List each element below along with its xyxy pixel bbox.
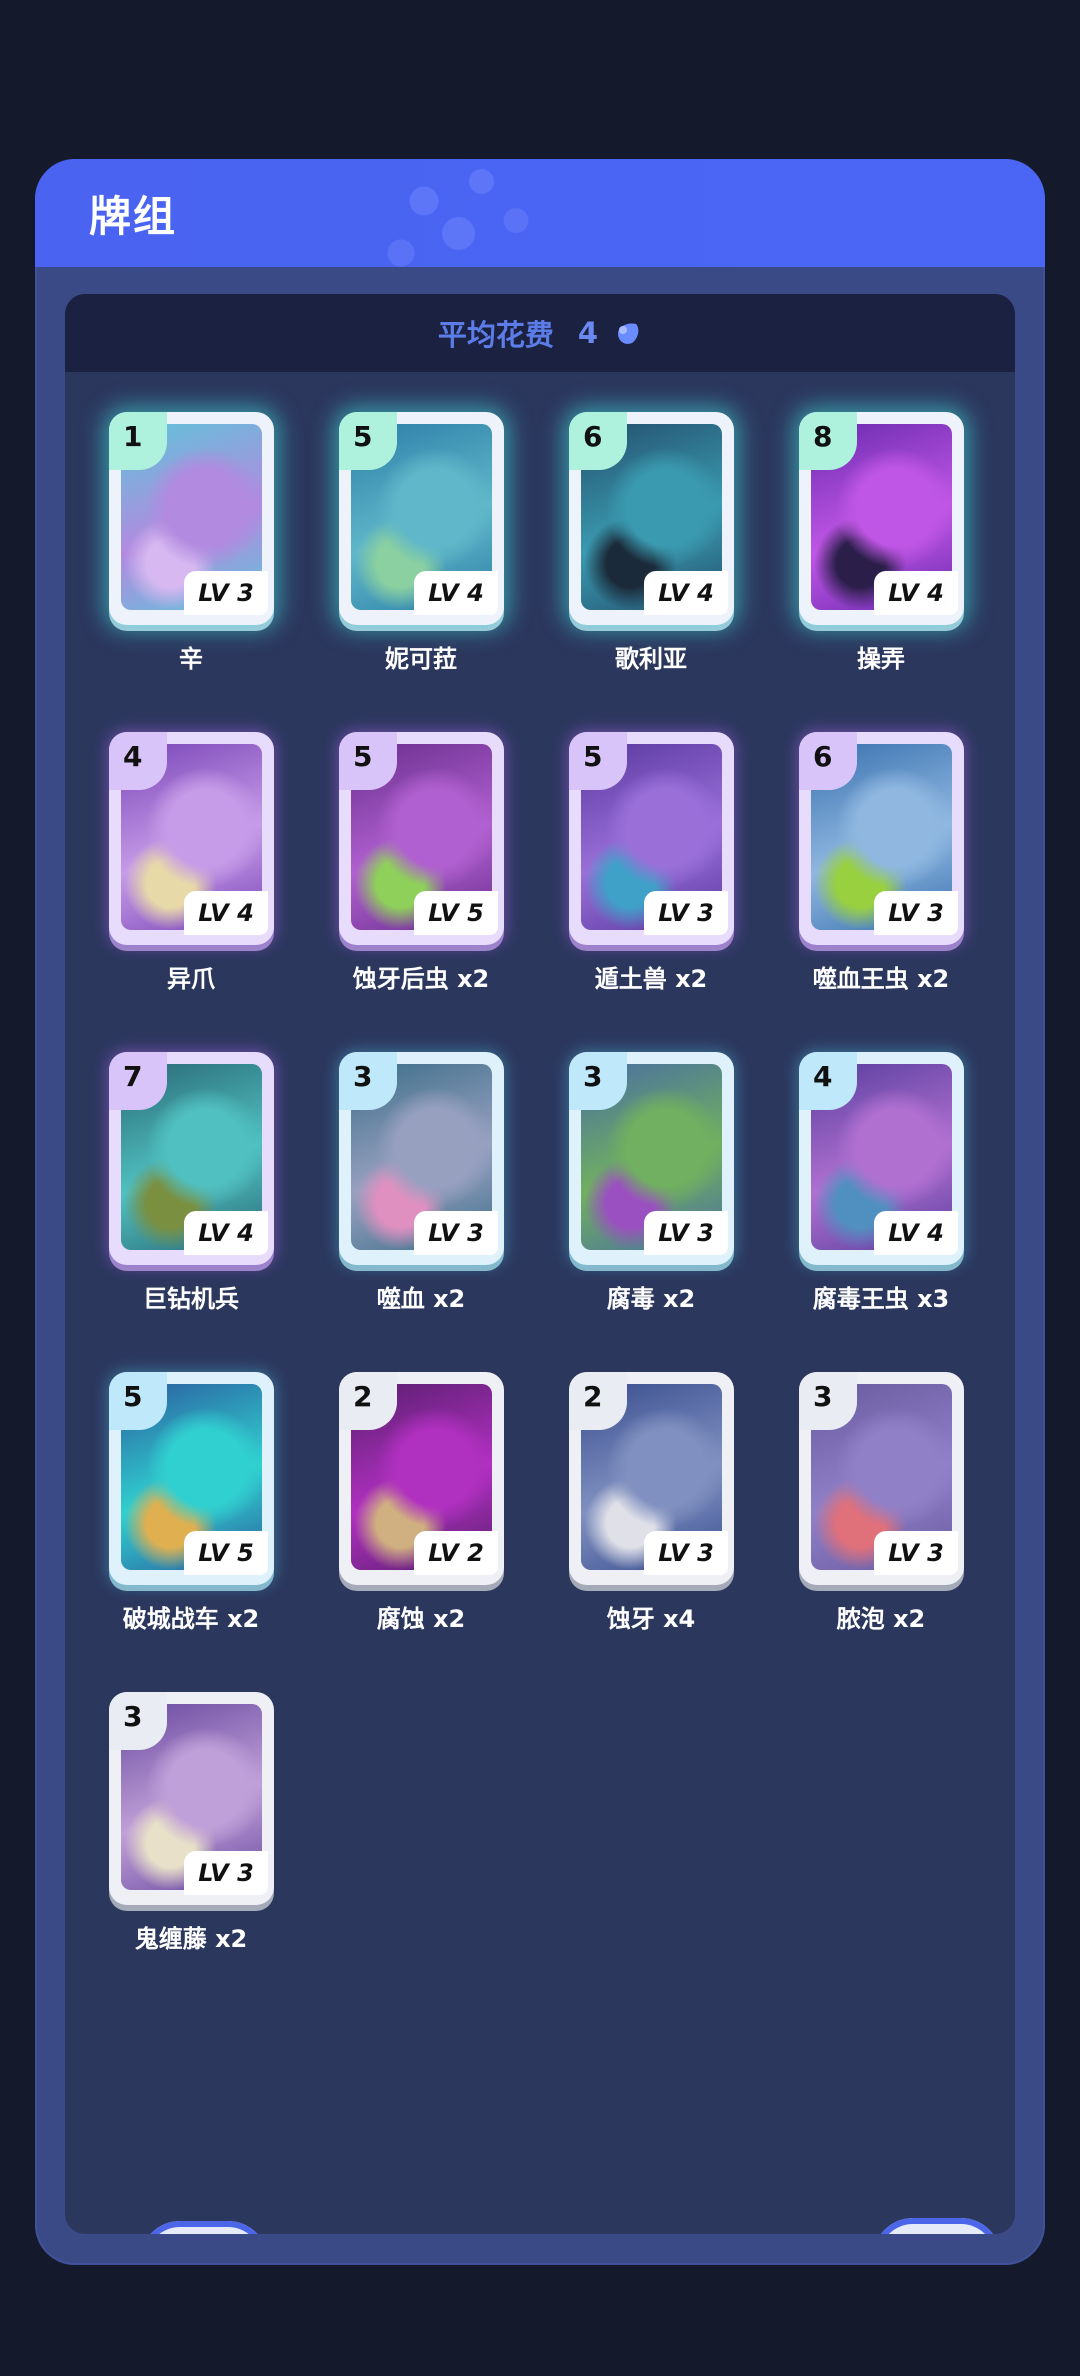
card-cost: 5 xyxy=(583,740,603,773)
deck-card[interactable]: 2 LV 2 腐蚀 x2 xyxy=(295,1332,515,1633)
card-frame: 7 LV 4 xyxy=(109,1052,274,1265)
copy-deck-button[interactable]: 复制 xyxy=(873,2218,1001,2234)
deck-card[interactable]: 7 LV 4 巨钻机兵 xyxy=(65,1012,285,1313)
card-cost: 4 xyxy=(813,1060,833,1093)
card-frame: 1 LV 3 xyxy=(109,412,274,625)
deck-card[interactable]: 3 LV 3 噬血 x2 xyxy=(295,1012,515,1313)
deck-card[interactable]: 6 LV 4 歌利亚 xyxy=(525,372,745,673)
panel-title: 牌组 xyxy=(89,192,178,241)
card-level-badge: LV 2 xyxy=(414,1531,498,1575)
deck-card[interactable]: 3 LV 3 脓泡 x2 xyxy=(755,1332,975,1633)
card-cost: 2 xyxy=(353,1380,373,1413)
card-frame: 2 LV 3 xyxy=(569,1372,734,1585)
deck-card[interactable]: 2 LV 3 蚀牙 x4 xyxy=(525,1332,745,1633)
deck-card[interactable]: 5 LV 3 遁土兽 x2 xyxy=(525,692,745,993)
card-level-badge: LV 3 xyxy=(644,891,728,935)
card-cost: 4 xyxy=(123,740,143,773)
average-cost-bar: 平均花费 4 xyxy=(65,294,1015,372)
card-cost: 3 xyxy=(353,1060,373,1093)
card-level-badge: LV 4 xyxy=(874,571,958,615)
card-name: 腐毒王虫 x3 xyxy=(812,1285,950,1313)
card-frame: 6 LV 4 xyxy=(569,412,734,625)
card-level-badge: LV 4 xyxy=(414,571,498,615)
elixir-drop-icon xyxy=(618,323,639,344)
deck-card[interactable]: 5 LV 4 妮可菈 xyxy=(295,372,515,673)
card-frame: 5 LV 5 xyxy=(109,1372,274,1585)
deck-card[interactable]: 5 LV 5 蚀牙后虫 x2 xyxy=(295,692,515,993)
card-level-badge: LV 3 xyxy=(644,1211,728,1255)
card-cost: 3 xyxy=(583,1060,603,1093)
card-level-badge: LV 5 xyxy=(414,891,498,935)
average-cost-label: 平均花费 xyxy=(437,318,554,352)
deck-card[interactable]: 8 LV 4 操弄 xyxy=(755,372,975,673)
card-frame: 3 LV 3 xyxy=(569,1052,734,1265)
card-cost: 8 xyxy=(813,420,833,453)
card-cost: 3 xyxy=(813,1380,833,1413)
deck-card[interactable]: 1 LV 3辛 xyxy=(65,372,285,673)
close-button[interactable] xyxy=(140,2221,268,2234)
deck-card[interactable]: 4 LV 4 异爪 xyxy=(65,692,285,993)
deck-card[interactable]: 6 LV 3 噬血王虫 x2 xyxy=(755,692,975,993)
card-level-badge: LV 4 xyxy=(184,1211,268,1255)
card-cost: 1 xyxy=(123,420,143,453)
card-level-badge: LV 4 xyxy=(874,1211,958,1255)
card-level-badge: LV 3 xyxy=(644,1531,728,1575)
card-frame: 5 LV 4 xyxy=(339,412,504,625)
card-level-badge: LV 3 xyxy=(184,1851,268,1895)
card-cost: 6 xyxy=(813,740,833,773)
card-frame: 4 LV 4 xyxy=(109,732,274,945)
card-cost: 3 xyxy=(123,1700,143,1733)
card-level-badge: LV 3 xyxy=(414,1211,498,1255)
average-cost-value: 4 xyxy=(577,316,599,350)
deck-card[interactable]: 4 LV 4 腐毒王虫 x3 xyxy=(755,1012,975,1313)
card-level-badge: LV 4 xyxy=(644,571,728,615)
card-frame: 2 LV 2 xyxy=(339,1372,504,1585)
card-name: 操弄 xyxy=(857,645,905,673)
card-frame: 5 LV 3 xyxy=(569,732,734,945)
card-name: 噬血王虫 x2 xyxy=(812,965,950,993)
card-frame: 3 LV 3 xyxy=(339,1052,504,1265)
card-cost: 7 xyxy=(123,1060,143,1093)
card-level-badge: LV 3 xyxy=(184,571,268,615)
card-cost: 5 xyxy=(353,740,373,773)
card-level-badge: LV 4 xyxy=(184,891,268,935)
card-frame: 8 LV 4 xyxy=(799,412,964,625)
card-cost: 5 xyxy=(353,420,373,453)
card-level-badge: LV 3 xyxy=(874,891,958,935)
card-level-badge: LV 5 xyxy=(184,1531,268,1575)
card-cost: 5 xyxy=(123,1380,143,1413)
card-frame: 4 LV 4 xyxy=(799,1052,964,1265)
card-level-badge: LV 3 xyxy=(874,1531,958,1575)
deck-content: 平均花费 4 1 LV 3 辛 5 LV 4 妮可菈 6 LV 4 歌利亚 8 LV 4 操弄 4 LV … xyxy=(65,294,1015,2234)
card-cost: 2 xyxy=(583,1380,603,1413)
deck-card[interactable]: 3 LV 3 腐毒 x2 xyxy=(525,1012,745,1313)
card-frame: 6 LV 3 xyxy=(799,732,964,945)
card-name: 脓泡 x2 xyxy=(836,1605,926,1633)
header-decoration xyxy=(355,159,585,279)
card-cost: 6 xyxy=(583,420,603,453)
card-name: 鬼缠藤 x2 xyxy=(134,1925,248,1953)
deck-card[interactable]: 3 LV 3 鬼缠藤 x2 xyxy=(65,1652,285,1953)
deck-panel: 牌组 平均花费 4 1 LV 3 辛 5 LV 4 妮可菈 6 LV 4 歌利亚 8 LV 4 操弄 4… xyxy=(35,159,1045,2265)
panel-header: 牌组 xyxy=(35,159,1045,279)
card-frame: 3 LV 3 xyxy=(799,1372,964,1585)
card-frame: 3 LV 3 xyxy=(109,1692,274,1905)
card-frame: 5 LV 5 xyxy=(339,732,504,945)
deck-card[interactable]: 5 LV 5 破城战车 x2 xyxy=(65,1332,285,1633)
